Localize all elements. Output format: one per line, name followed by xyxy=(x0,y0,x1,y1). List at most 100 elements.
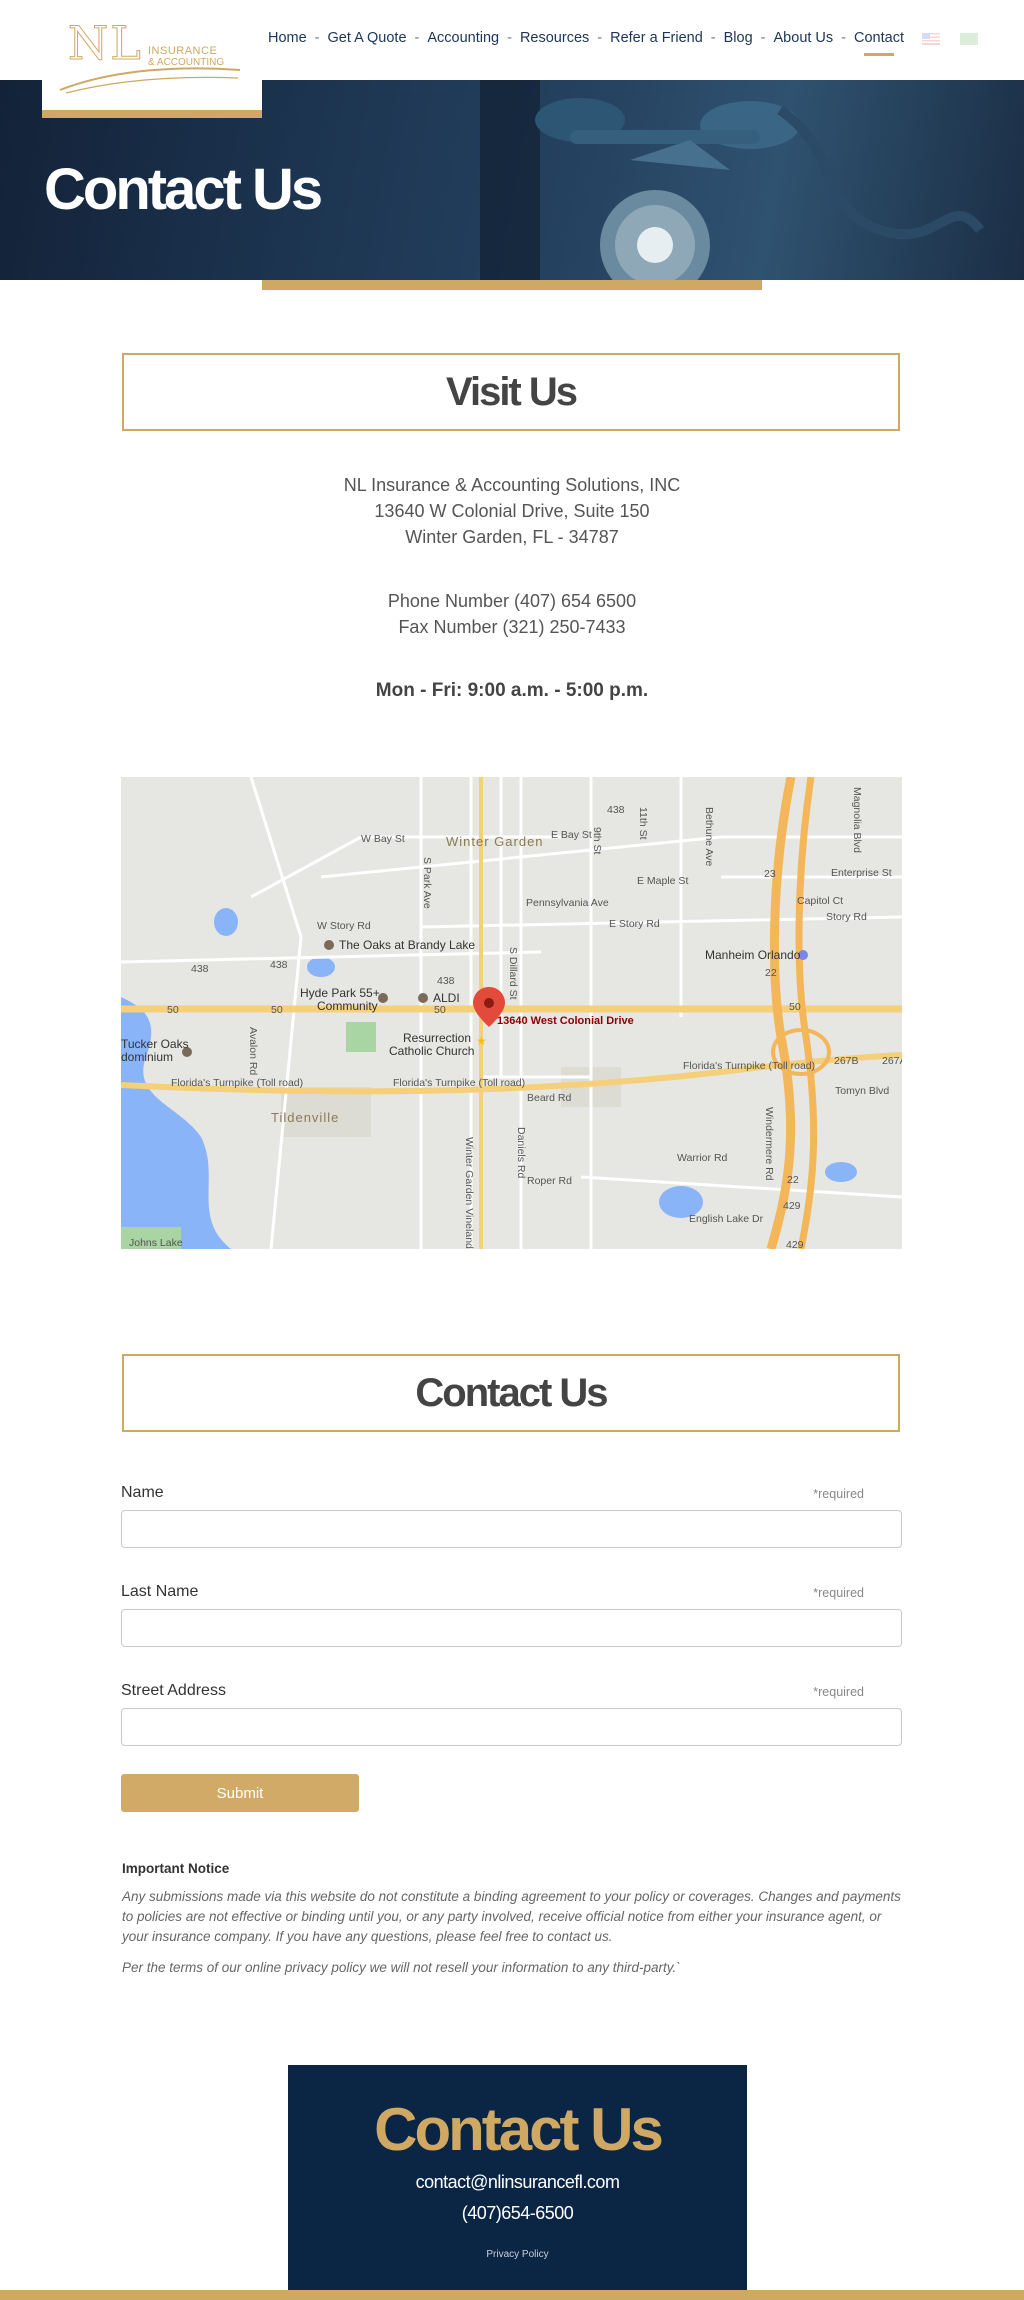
map-label: The Oaks at Brandy Lake xyxy=(339,938,476,952)
route-shield: 267B xyxy=(834,1055,859,1067)
nav-refer-a-friend[interactable]: Refer a Friend xyxy=(610,30,703,46)
map-label: Beard Rd xyxy=(527,1092,572,1104)
map-label: Enterprise St xyxy=(831,867,892,879)
route-shield: 22 xyxy=(787,1174,799,1186)
footer-email-link[interactable]: contact@nlinsurancefl.com xyxy=(288,2172,747,2193)
rotary-phone-image xyxy=(480,80,984,280)
route-shield: 50 xyxy=(434,1004,446,1016)
map-label: Magnolia Blvd xyxy=(851,787,863,853)
main-nav: Home - Get A Quote - Accounting - Resources… xyxy=(268,30,904,56)
map-label: Capitol Ct xyxy=(797,895,844,907)
map-label: Avalon Rd xyxy=(247,1027,259,1076)
map-label: E Bay St xyxy=(551,829,592,841)
street-address-required-note: *required xyxy=(813,1685,864,1699)
footer-contact-card: Contact Us contact@nlinsurancefl.com (40… xyxy=(288,2065,747,2300)
route-shield: 23 xyxy=(764,868,776,880)
name-required-note: *required xyxy=(813,1487,864,1501)
map-label: 9th St xyxy=(591,827,603,855)
map-label: W Bay St xyxy=(361,833,405,845)
footer-phone-link[interactable]: (407)654-6500 xyxy=(288,2203,747,2224)
route-shield: 438 xyxy=(607,804,625,816)
logo-swoosh-icon xyxy=(59,67,241,94)
address-block: NL Insurance & Accounting Solutions, INC… xyxy=(0,472,1024,550)
route-shield: 438 xyxy=(270,959,288,971)
map-label: Catholic Church xyxy=(389,1044,475,1058)
site-logo[interactable]: NL INSURANCE & ACCOUNTING xyxy=(42,0,262,118)
contact-form-header: Contact Us xyxy=(122,1354,900,1432)
map-label: Resurrection xyxy=(403,1031,472,1045)
map-label: dominium xyxy=(121,1050,174,1064)
map-label: English Lake Dr xyxy=(689,1213,764,1225)
nav-get-a-quote[interactable]: Get A Quote xyxy=(328,30,407,46)
route-shield: 438 xyxy=(437,975,455,987)
map-label: Community xyxy=(317,999,378,1013)
nav-contact[interactable]: Contact xyxy=(854,30,904,56)
map-label: Warrior Rd xyxy=(677,1152,728,1164)
street-address: 13640 W Colonial Drive, Suite 150 xyxy=(374,501,650,521)
map-label: Johns Lake xyxy=(129,1237,183,1249)
last-name-label: Last Name xyxy=(121,1583,199,1600)
footer-title: Contact Us xyxy=(374,2096,664,2163)
fax-number: Fax Number (321) 250-7433 xyxy=(398,617,626,637)
map-label: S Dillard St xyxy=(507,947,519,1000)
nav-separator: - xyxy=(507,30,512,46)
route-shield: 50 xyxy=(167,1004,179,1016)
location-map[interactable]: ★ Winter Garden W Bay St E Bay St E Mapl… xyxy=(121,777,902,1249)
city-state-zip: Winter Garden, FL - 34787 xyxy=(405,527,619,547)
business-hours: Mon - Fri: 9:00 a.m. - 5:00 p.m. xyxy=(375,680,649,701)
map-label: Pennsylvania Ave xyxy=(526,897,609,909)
route-shield: 429 xyxy=(783,1200,801,1212)
map-label: E Story Rd xyxy=(609,918,660,930)
map-label: Story Rd xyxy=(826,911,867,923)
map-label: Tildenville xyxy=(271,1110,340,1125)
nav-about-us[interactable]: About Us xyxy=(774,30,834,46)
map-label: 11th St xyxy=(637,807,649,840)
hero-accent-bar xyxy=(262,280,762,290)
name-input[interactable] xyxy=(121,1510,902,1548)
privacy-policy-link[interactable]: Privacy Policy xyxy=(288,2249,747,2260)
route-shield: 438 xyxy=(191,963,209,975)
phone-number[interactable]: Phone Number (407) 654 6500 xyxy=(0,588,1024,614)
nav-separator: - xyxy=(760,30,766,46)
nav-separator: - xyxy=(314,30,320,46)
nav-home[interactable]: Home xyxy=(268,30,307,46)
map-label: Florida's Turnpike (Toll road) xyxy=(393,1077,526,1089)
footer-accent-bar xyxy=(0,2290,1024,2300)
nav-blog[interactable]: Blog xyxy=(724,30,753,46)
map-label: W Story Rd xyxy=(317,920,371,932)
nav-separator: - xyxy=(841,30,847,46)
submit-button[interactable]: Submit xyxy=(121,1774,359,1812)
svg-text:★: ★ xyxy=(476,1034,487,1048)
map-label: Manheim Orlando xyxy=(705,948,801,962)
name-label: Name xyxy=(121,1484,164,1501)
map-label: Winter Garden xyxy=(446,834,544,849)
street-address-input[interactable] xyxy=(121,1708,902,1746)
visit-us-header: Visit Us xyxy=(122,353,900,431)
notice-text: Any submissions made via this website do… xyxy=(122,1889,901,1944)
street-address-label: Street Address xyxy=(121,1682,226,1699)
map-label: Winter Garden Vineland Rd xyxy=(463,1137,475,1249)
spanish-flag-icon[interactable] xyxy=(960,33,978,45)
english-flag-icon[interactable] xyxy=(922,33,940,45)
map-label: ALDI xyxy=(433,991,460,1005)
route-shield: 267A xyxy=(882,1055,902,1067)
map-label: Florida's Turnpike (Toll road) xyxy=(683,1060,816,1072)
last-name-required-note: *required xyxy=(813,1586,864,1600)
map-label: S Park Ave xyxy=(421,857,433,909)
map-label: Bethune Ave xyxy=(703,807,715,867)
map-label: E Maple St xyxy=(637,875,689,887)
phone-block: Phone Number (407) 654 6500 Fax Number (… xyxy=(0,588,1024,640)
nav-separator: - xyxy=(414,30,420,46)
map-label: Windermere Rd xyxy=(763,1107,775,1181)
page-title: Contact Us xyxy=(44,157,323,222)
contact-form-title: Contact Us xyxy=(415,1370,608,1415)
route-shield: 22 xyxy=(765,967,777,979)
last-name-input[interactable] xyxy=(121,1609,902,1647)
notice-title: Important Notice xyxy=(122,1861,230,1876)
map-label: Daniels Rd xyxy=(515,1127,527,1179)
map-label: Roper Rd xyxy=(527,1175,572,1187)
route-shield: 50 xyxy=(271,1004,283,1016)
nav-accounting[interactable]: Accounting xyxy=(427,30,499,46)
nav-resources[interactable]: Resources xyxy=(520,30,589,46)
visit-us-title: Visit Us xyxy=(446,369,578,414)
